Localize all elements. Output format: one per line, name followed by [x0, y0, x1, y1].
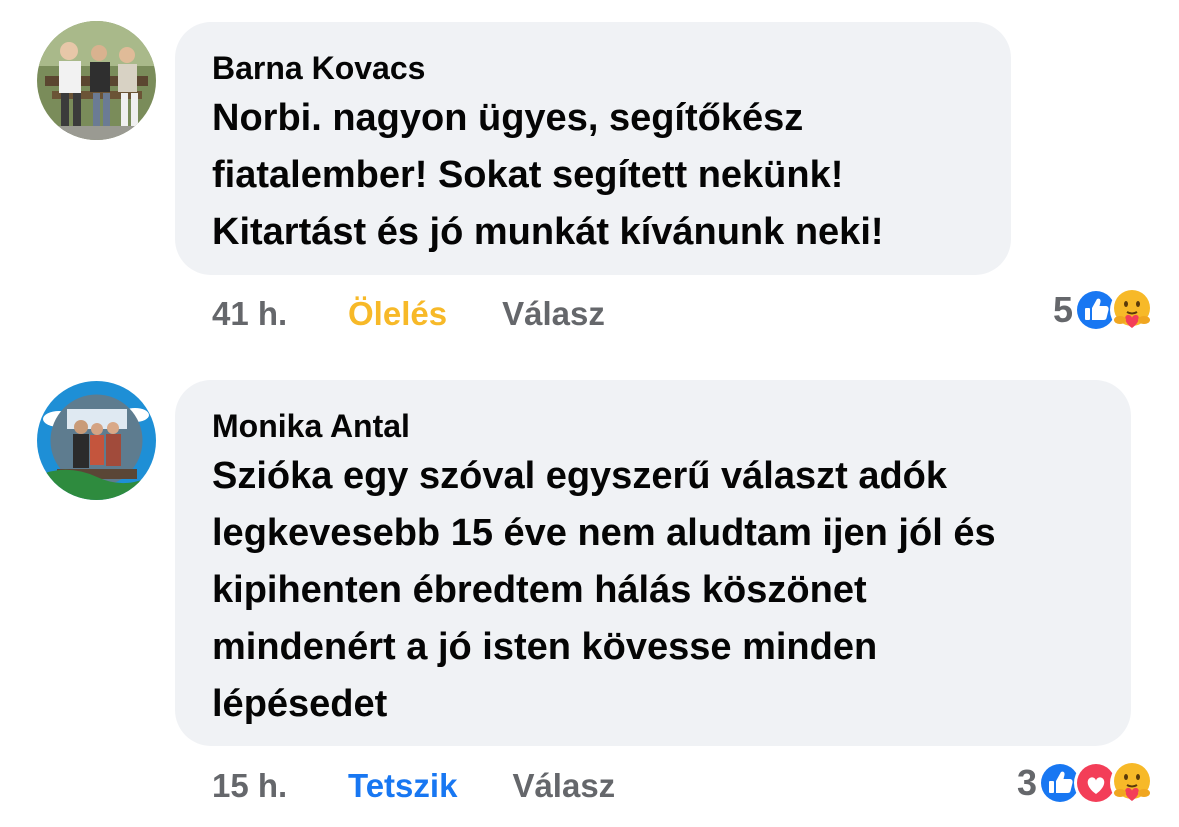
- comment-text-line: Kitartást és jó munkát kívánunk neki!: [212, 211, 884, 253]
- avatar[interactable]: [37, 21, 156, 140]
- reaction-count: 3: [1016, 762, 1037, 803]
- comment-text-line: mindenért a jó isten kövesse minden: [212, 626, 878, 668]
- reply-button[interactable]: Válasz: [502, 295, 605, 333]
- avatar-photo: [37, 21, 156, 140]
- like-button[interactable]: Tetszik: [348, 767, 457, 805]
- comment-text: Szióka egy szóval egyszerű választ adók …: [212, 448, 1093, 733]
- reaction-count: 5: [1052, 289, 1073, 330]
- comment-timestamp[interactable]: 15 h.: [212, 767, 348, 805]
- comment-bubble: Monika Antal Szióka egy szóval egyszerű …: [175, 380, 1131, 746]
- comment-text-line: legkevesebb 15 éve nem aludtam ijen jól …: [212, 512, 996, 554]
- comment: Barna Kovacs Norbi. nagyon ügyes, segítő…: [0, 0, 1179, 350]
- comment-actions: 15 h. Tetszik Válasz: [212, 764, 615, 808]
- comment-timestamp[interactable]: 41 h.: [212, 295, 348, 333]
- comment-actions: 41 h. Ölelés Válasz: [212, 292, 605, 336]
- care-icon: [1109, 287, 1155, 333]
- comment-text-line: Norbi. nagyon ügyes, segítőkész: [212, 97, 804, 139]
- comment-text: Norbi. nagyon ügyes, segítőkész fiatalem…: [212, 90, 973, 261]
- comment-text-line: Szióka egy szóval egyszerű választ adók: [212, 455, 948, 497]
- comment-bubble: Barna Kovacs Norbi. nagyon ügyes, segítő…: [175, 22, 1011, 275]
- reaction-summary[interactable]: 3: [1017, 759, 1155, 807]
- comment-text-line: fiatalember! Sokat segített nekünk!: [212, 154, 844, 196]
- reaction-button[interactable]: Ölelés: [348, 295, 447, 333]
- comment: Monika Antal Szióka egy szóval egyszerű …: [0, 370, 1179, 827]
- reply-button[interactable]: Válasz: [512, 767, 615, 805]
- comment-text-line: lépésedet: [212, 683, 388, 725]
- care-icon: [1109, 760, 1155, 806]
- avatar[interactable]: [37, 381, 156, 500]
- reaction-summary[interactable]: 5: [1053, 286, 1155, 334]
- avatar-photo: [37, 381, 156, 500]
- comment-text-line: kipihenten ébredtem hálás köszönet: [212, 569, 867, 611]
- comment-author[interactable]: Barna Kovacs: [212, 48, 973, 88]
- comment-author[interactable]: Monika Antal: [212, 406, 1093, 446]
